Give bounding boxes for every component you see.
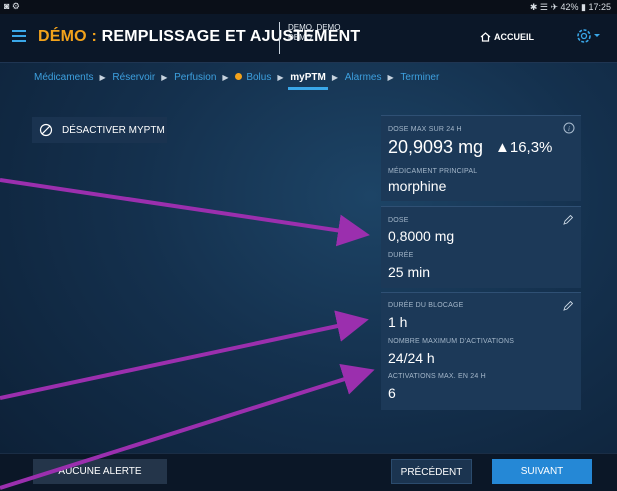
annotation-arrow-dose: [0, 178, 370, 247]
breadcrumb-bolus-label: Bolus: [246, 72, 272, 83]
duration-value: 25 min: [388, 264, 431, 280]
disable-myptm-label: DÉSACTIVER MYPTM: [62, 125, 165, 136]
breadcrumb-medicaments[interactable]: Médicaments: [34, 72, 93, 83]
breadcrumb-reservoir[interactable]: Réservoir: [112, 72, 155, 83]
annotation-arrow-lockout: [0, 310, 369, 400]
duration-label: DURÉE: [388, 252, 414, 259]
no-alert-button[interactable]: AUCUNE ALERTE: [33, 459, 167, 484]
breadcrumb-arrow-icon: ▶: [222, 73, 229, 82]
header-divider: [279, 22, 280, 54]
lockout-label: DURÉE DU BLOCAGE: [388, 302, 464, 309]
mode-label: DÉMO: [38, 28, 87, 45]
block-icon: [39, 123, 53, 137]
settings-button[interactable]: [574, 26, 602, 51]
breadcrumb-arrow-icon: ▶: [99, 73, 106, 82]
dose-max-change: ▲16,3%: [495, 139, 553, 156]
pencil-icon[interactable]: [563, 215, 573, 225]
breadcrumb-arrow-icon: ▶: [387, 73, 394, 82]
hamburger-menu-icon[interactable]: [12, 30, 26, 42]
breadcrumb-bolus[interactable]: Bolus: [235, 72, 271, 83]
gear-icon: [577, 29, 600, 43]
pencil-icon[interactable]: [563, 301, 573, 311]
svg-text:i: i: [568, 125, 570, 133]
max-24h-value: 6: [388, 385, 396, 401]
lockout-value: 1 h: [388, 314, 408, 330]
breadcrumb-alarmes[interactable]: Alarmes: [345, 72, 382, 83]
status-left-icons: ◙ ⚙: [4, 1, 21, 11]
breadcrumb-arrow-icon: ▶: [277, 73, 284, 82]
title-separator: :: [86, 28, 102, 45]
dose-card[interactable]: DOSE 0,8000 mg DURÉE 25 min: [381, 206, 581, 288]
patient-name: DEMO, DEMO: [288, 23, 341, 32]
max-activations-value: 24/24 h: [388, 350, 435, 366]
previous-button[interactable]: PRÉCÉDENT: [391, 459, 472, 484]
patient-info: DEMO, DEMO DEMO: [288, 23, 340, 43]
home-button[interactable]: ACCUEIL: [480, 32, 534, 42]
dose-max-card: i DOSE MAX SUR 24 H 20,9093 mg ▲16,3% MÉ…: [381, 115, 581, 201]
dose-max-label: DOSE MAX SUR 24 H: [388, 126, 462, 133]
max-activations-label: NOMBRE MAXIMUM D'ACTIVATIONS: [388, 338, 515, 345]
status-bar: ◙ ⚙ ✱ ☰ ✈ 42% ▮ 17:25: [0, 0, 617, 14]
breadcrumb: Médicaments ▶ Réservoir ▶ Perfusion ▶ Bolus…: [34, 72, 441, 90]
breadcrumb-arrow-icon: ▶: [161, 73, 168, 82]
next-button[interactable]: SUIVANT: [492, 459, 592, 484]
dose-value: 0,8000 mg: [388, 228, 455, 244]
disable-myptm-button[interactable]: DÉSACTIVER MYPTM: [32, 117, 167, 143]
breadcrumb-terminer[interactable]: Terminer: [400, 72, 439, 83]
patient-id: DEMO: [288, 33, 312, 42]
main-drug-value: morphine: [388, 178, 447, 194]
warning-dot-icon: [235, 73, 243, 80]
max-24h-label: ACTIVATIONS MAX. EN 24 H: [388, 373, 486, 380]
lockout-card[interactable]: DURÉE DU BLOCAGE 1 h NOMBRE MAXIMUM D'AC…: [381, 292, 581, 410]
breadcrumb-myptm[interactable]: myPTM: [288, 72, 328, 90]
breadcrumb-arrow-icon: ▶: [331, 73, 338, 82]
home-icon: [480, 32, 491, 42]
status-right-info: ✱ ☰ ✈ 42% ▮ 17:25: [529, 2, 611, 12]
dose-label: DOSE: [388, 217, 409, 224]
home-label: ACCUEIL: [494, 32, 534, 42]
info-icon[interactable]: i: [563, 122, 575, 134]
app-header: DÉMO : REMPLISSAGE ET AJUSTEMENT DEMO, D…: [0, 14, 617, 63]
breadcrumb-perfusion[interactable]: Perfusion: [174, 72, 216, 83]
dose-max-value: 20,9093 mg: [388, 137, 484, 157]
main-drug-label: MÉDICAMENT PRINCIPAL: [388, 168, 478, 175]
